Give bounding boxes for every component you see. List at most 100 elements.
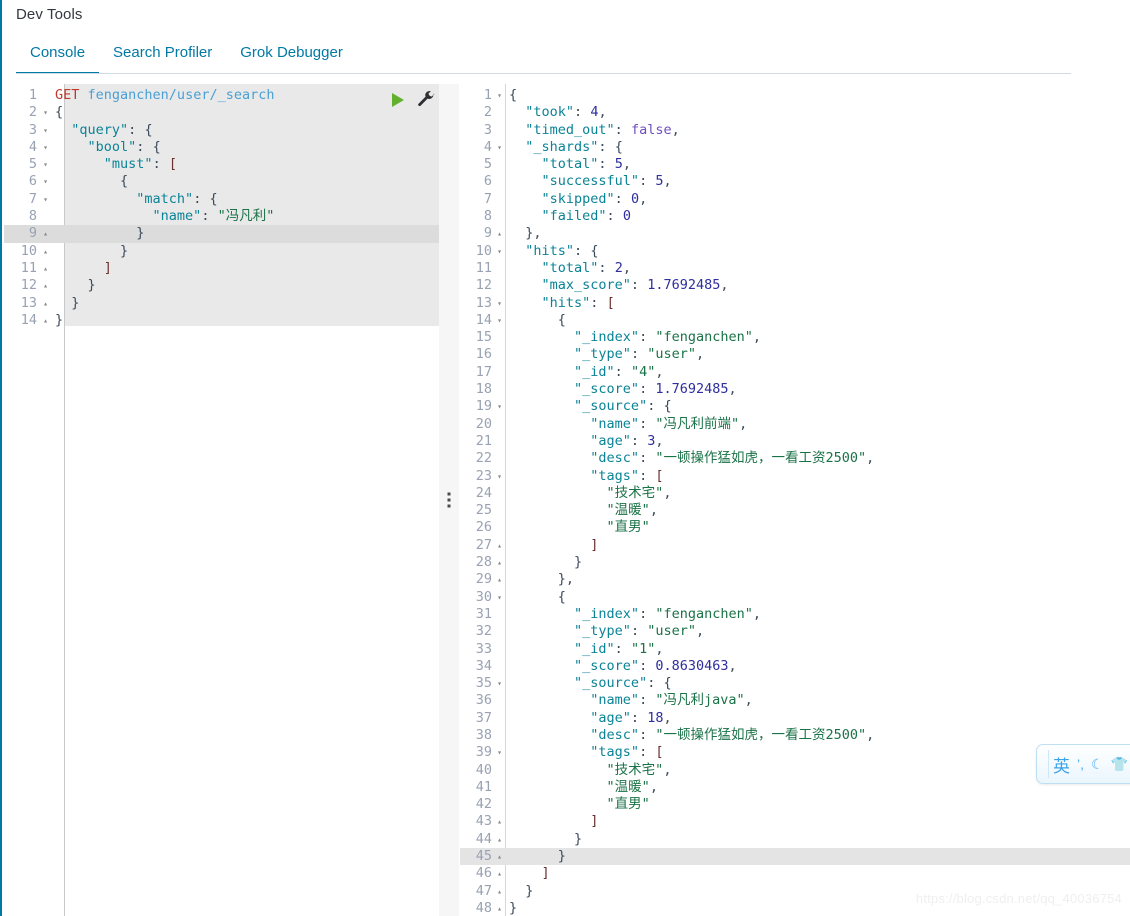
fold-toggle-icon[interactable]: ▾ — [494, 295, 505, 312]
code-line[interactable]: 2 "took": 4, — [460, 104, 1130, 121]
code-line[interactable]: 46 ▴ ] — [460, 865, 1130, 882]
fold-toggle-icon[interactable]: ▴ — [494, 900, 505, 916]
fold-toggle-icon[interactable]: ▴ — [494, 537, 505, 554]
fold-toggle-icon[interactable]: ▴ — [494, 571, 505, 588]
code-line[interactable]: 2 ▾{ — [4, 104, 441, 121]
ime-grip[interactable] — [1048, 750, 1049, 778]
code-line[interactable]: 39 ▾ "tags": [ — [460, 744, 1130, 761]
tab-grok-debugger[interactable]: Grok Debugger — [226, 44, 357, 74]
response-viewer-pane[interactable]: 1 ▾{2 "took": 4, 3 "timed_out": false, 4 ▾ "… — [460, 84, 1130, 916]
code-line[interactable]: 21 "age": 3, — [460, 433, 1130, 450]
fold-toggle-icon[interactable]: ▴ — [40, 295, 51, 312]
wrench-icon[interactable] — [416, 90, 436, 110]
fold-toggle-icon[interactable]: ▴ — [494, 225, 505, 242]
code-line[interactable]: 14 ▴} — [4, 312, 441, 329]
tshirt-icon[interactable]: 👕 — [1111, 757, 1128, 771]
code-line[interactable]: 23 ▾ "tags": [ — [460, 468, 1130, 485]
fold-toggle-icon[interactable]: ▴ — [494, 831, 505, 848]
code-line[interactable]: 26 "直男" — [460, 519, 1130, 536]
tab-console[interactable]: Console — [16, 44, 100, 74]
code-line[interactable]: 10 ▾ "hits": { — [460, 243, 1130, 260]
code-line[interactable]: 44 ▴ } — [460, 831, 1130, 848]
code-line[interactable]: 17 "_id": "4", — [460, 364, 1130, 381]
fold-toggle-icon[interactable]: ▴ — [494, 865, 505, 882]
code-line[interactable]: 19 ▾ "_source": { — [460, 398, 1130, 415]
code-line[interactable]: 31 "_index": "fenganchen", — [460, 606, 1130, 623]
code-line[interactable]: 20 "name": "冯凡利前端", — [460, 416, 1130, 433]
code-line[interactable]: 22 "desc": "一顿操作猛如虎，一看工资2500", — [460, 450, 1130, 467]
code-line[interactable]: 14 ▾ { — [460, 312, 1130, 329]
code-line[interactable]: 1 GET fenganchen/user/_search — [4, 87, 441, 104]
code-line[interactable]: 33 "_id": "1", — [460, 641, 1130, 658]
fold-toggle-icon[interactable]: ▾ — [40, 191, 51, 208]
code-line[interactable]: 4 ▾ "_shards": { — [460, 139, 1130, 156]
code-line[interactable]: 29 ▴ }, — [460, 571, 1130, 588]
request-editor-lines[interactable]: 1 GET fenganchen/user/_search 2 ▾{3 ▾ "query… — [4, 87, 441, 329]
fold-toggle-icon[interactable]: ▾ — [40, 156, 51, 173]
fold-toggle-icon[interactable]: ▾ — [40, 122, 51, 139]
code-line[interactable]: 8 "name": "冯凡利" — [4, 208, 441, 225]
fold-toggle-icon[interactable]: ▾ — [40, 139, 51, 156]
code-line[interactable]: 15 "_index": "fenganchen", — [460, 329, 1130, 346]
code-line[interactable]: 41 "温暖", — [460, 779, 1130, 796]
code-line[interactable]: 10 ▴ } — [4, 243, 441, 260]
punctuation-toggle-icon[interactable]: ’, — [1077, 757, 1084, 771]
code-line[interactable]: 45 ▴ } — [460, 848, 1130, 866]
code-line[interactable]: 11 ▴ ] — [4, 260, 441, 277]
code-line[interactable]: 1 ▾{ — [460, 87, 1130, 104]
fold-toggle-icon[interactable]: ▾ — [494, 675, 505, 692]
fold-toggle-icon[interactable]: ▴ — [40, 243, 51, 260]
code-line[interactable]: 12 ▴ } — [4, 277, 441, 294]
code-line[interactable]: 3 "timed_out": false, — [460, 122, 1130, 139]
code-line[interactable]: 5 ▾ "must": [ — [4, 156, 441, 173]
fold-toggle-icon[interactable]: ▴ — [40, 260, 51, 277]
fold-toggle-icon[interactable]: ▾ — [40, 173, 51, 190]
fold-toggle-icon[interactable]: ▴ — [40, 277, 51, 294]
code-line[interactable]: 13 ▴ } — [4, 295, 441, 312]
code-line[interactable]: 11 "total": 2, — [460, 260, 1130, 277]
code-line[interactable]: 9 ▴ }, — [460, 225, 1130, 242]
fold-toggle-icon[interactable]: ▾ — [494, 312, 505, 329]
code-line[interactable]: 7 ▾ "match": { — [4, 191, 441, 208]
play-icon[interactable] — [392, 93, 404, 107]
code-line[interactable]: 35 ▾ "_source": { — [460, 675, 1130, 692]
fold-toggle-icon[interactable]: ▾ — [494, 243, 505, 260]
pane-resize-handle[interactable] — [439, 84, 459, 916]
fold-toggle-icon[interactable]: ▴ — [494, 813, 505, 830]
tab-search-profiler[interactable]: Search Profiler — [99, 44, 226, 74]
fold-toggle-icon[interactable]: ▴ — [494, 883, 505, 900]
code-line[interactable]: 27 ▴ ] — [460, 537, 1130, 554]
moon-icon[interactable]: ☾ — [1091, 757, 1104, 771]
request-editor-pane[interactable]: 1 GET fenganchen/user/_search 2 ▾{3 ▾ "query… — [4, 84, 441, 916]
code-line[interactable]: 38 "desc": "一顿操作猛如虎，一看工资2500", — [460, 727, 1130, 744]
code-line[interactable]: 42 "直男" — [460, 796, 1130, 813]
code-line[interactable]: 6 "successful": 5, — [460, 173, 1130, 190]
fold-toggle-icon[interactable]: ▾ — [494, 87, 505, 104]
fold-toggle-icon[interactable]: ▾ — [494, 398, 505, 415]
code-line[interactable]: 5 "total": 5, — [460, 156, 1130, 173]
code-line[interactable]: 12 "max_score": 1.7692485, — [460, 277, 1130, 294]
code-line[interactable]: 36 "name": "冯凡利java", — [460, 692, 1130, 709]
code-line[interactable]: 16 "_type": "user", — [460, 346, 1130, 363]
code-line[interactable]: 3 ▾ "query": { — [4, 122, 441, 139]
fold-toggle-icon[interactable]: ▴ — [494, 848, 505, 865]
code-line[interactable]: 40 "技术宅", — [460, 762, 1130, 779]
ime-mode-label[interactable]: 英 — [1053, 752, 1070, 777]
code-line[interactable]: 34 "_score": 0.8630463, — [460, 658, 1130, 675]
fold-toggle-icon[interactable]: ▾ — [494, 468, 505, 485]
code-line[interactable]: 37 "age": 18, — [460, 710, 1130, 727]
code-line[interactable]: 32 "_type": "user", — [460, 623, 1130, 640]
code-line[interactable]: 18 "_score": 1.7692485, — [460, 381, 1130, 398]
response-viewer-lines[interactable]: 1 ▾{2 "took": 4, 3 "timed_out": false, 4 ▾ "… — [460, 87, 1130, 916]
code-line[interactable]: 6 ▾ { — [4, 173, 441, 190]
code-line[interactable]: 13 ▾ "hits": [ — [460, 295, 1130, 312]
code-line[interactable]: 25 "温暖", — [460, 502, 1130, 519]
code-line[interactable]: 43 ▴ ] — [460, 813, 1130, 830]
code-line[interactable]: 8 "failed": 0 — [460, 208, 1130, 225]
fold-toggle-icon[interactable]: ▴ — [40, 312, 51, 329]
fold-toggle-icon[interactable]: ▴ — [40, 225, 51, 242]
code-line[interactable]: 7 "skipped": 0, — [460, 191, 1130, 208]
code-line[interactable]: 28 ▴ } — [460, 554, 1130, 571]
code-line[interactable]: 30 ▾ { — [460, 589, 1130, 606]
code-line[interactable]: 9 ▴ } — [4, 225, 441, 243]
